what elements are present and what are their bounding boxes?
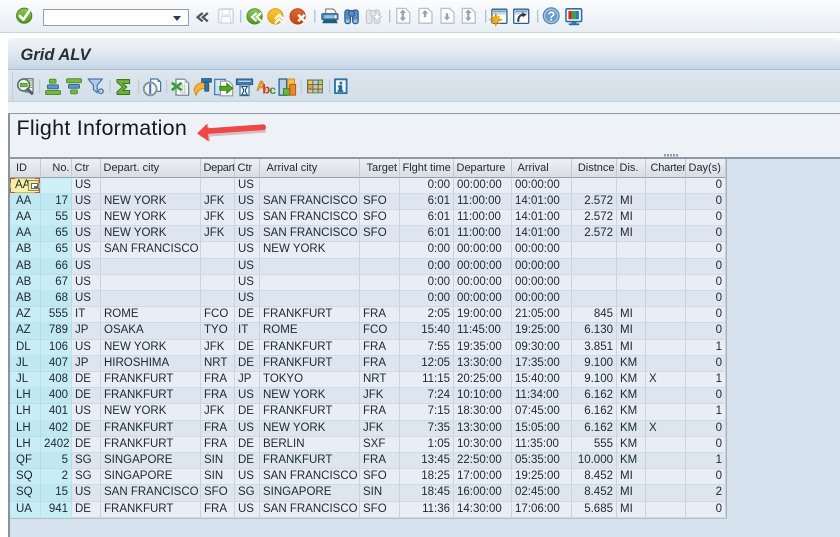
svg-text:c: c xyxy=(269,83,276,97)
svg-text:?: ? xyxy=(548,9,556,23)
